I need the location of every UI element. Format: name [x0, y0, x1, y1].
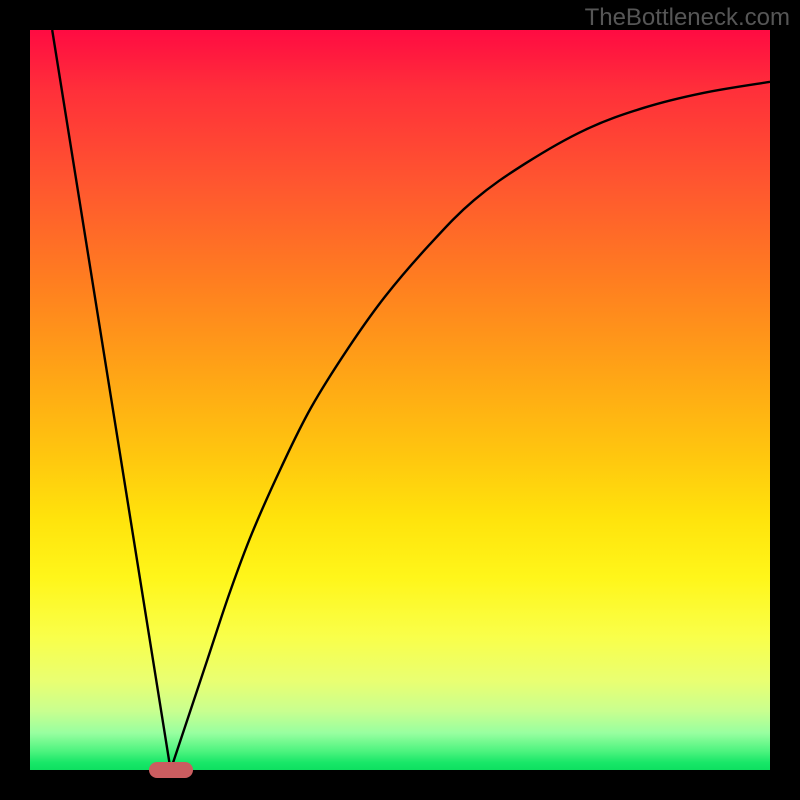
watermark-text: TheBottleneck.com — [585, 4, 790, 32]
optimum-marker — [149, 762, 193, 778]
right-curve-path — [171, 82, 770, 770]
left-line-path — [52, 30, 170, 770]
curve-overlay — [30, 30, 770, 770]
chart-frame: TheBottleneck.com — [0, 0, 800, 800]
plot-area — [30, 30, 770, 770]
